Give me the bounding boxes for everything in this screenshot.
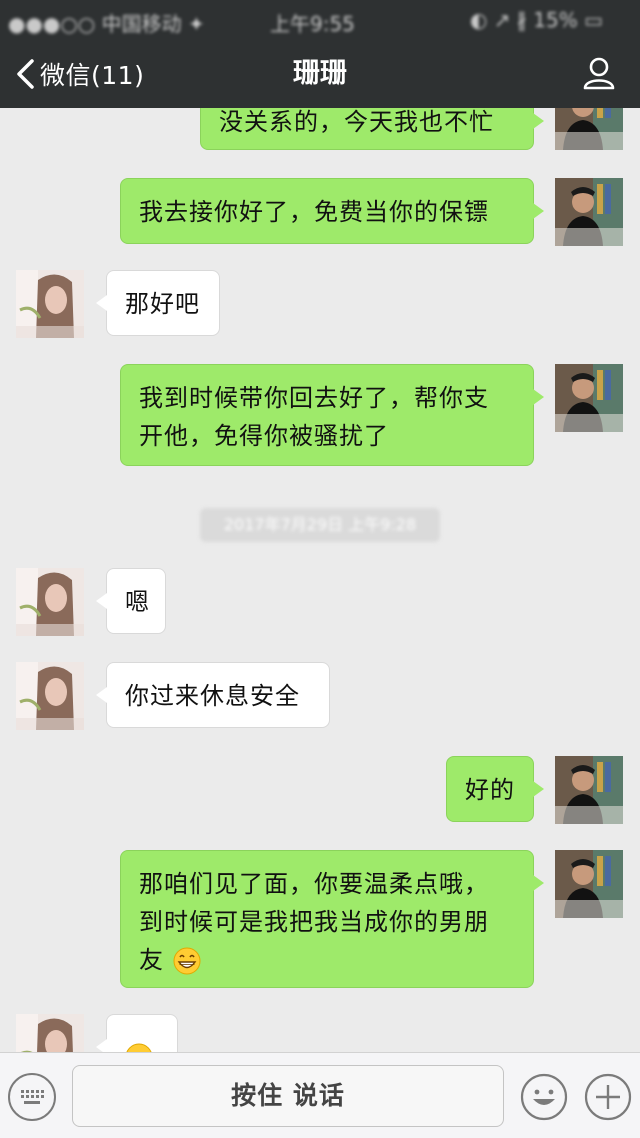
my-message-bubble[interactable]: 我去接你好了，免费当你的保镖 xyxy=(120,178,544,244)
my-avatar-image xyxy=(555,178,623,246)
status-time: 上午9:55 xyxy=(270,12,355,36)
message-line: 开他，免得你被骚扰了 xyxy=(139,422,389,450)
keyboard-icon xyxy=(21,1090,44,1104)
message-text: 没关系的，今天我也不忙 xyxy=(219,108,494,136)
message-text: 我去接你好了，免费当你的保镖 xyxy=(139,198,489,226)
contact-message-bubble[interactable]: 那好吧 xyxy=(96,270,220,336)
emoji-button[interactable] xyxy=(520,1073,568,1121)
contact-avatar[interactable] xyxy=(16,1014,84,1052)
input-bar: 按住 说话 xyxy=(0,1052,640,1138)
message-text: 友 xyxy=(139,946,164,974)
more-button[interactable] xyxy=(584,1073,632,1121)
status-bar: ●●●○○ 中国移动 ✦ 上午9:55 ◐ ↗ ∦ 15% ▭ xyxy=(0,0,640,40)
contact-avatar[interactable] xyxy=(16,662,84,730)
grinning-face-emoji-icon xyxy=(173,947,201,975)
contact-avatar[interactable] xyxy=(16,270,84,338)
my-message-bubble[interactable]: 没关系的，今天我也不忙 xyxy=(200,108,544,150)
message-text: 那好吧 xyxy=(125,290,200,318)
back-button[interactable]: 微信(11) xyxy=(14,54,144,94)
plus-icon xyxy=(584,1073,632,1121)
my-avatar-image xyxy=(555,850,623,918)
contact-message-bubble[interactable]: 嗯 xyxy=(96,568,166,634)
message-text: 你过来休息安全 xyxy=(125,682,300,710)
my-avatar[interactable] xyxy=(555,364,623,432)
my-avatar[interactable] xyxy=(555,850,623,918)
message-line: 我到时候带你回去好了，帮你支 xyxy=(139,384,489,412)
hold-to-talk-button[interactable]: 按住 说话 xyxy=(72,1065,504,1127)
chat-area[interactable]: 没关系的，今天我也不忙 我去接你好了，免费当你的保镖 那好吧 我到时候带你回去好… xyxy=(0,108,640,1052)
my-message-bubble[interactable]: 好的 xyxy=(446,756,544,822)
status-indicators: ◐ ↗ ∦ 15% ▭ xyxy=(470,8,603,32)
contact-avatar[interactable] xyxy=(16,568,84,636)
my-message-bubble[interactable]: 我到时候带你回去好了，帮你支 开他，免得你被骚扰了 xyxy=(120,364,544,466)
face-emoji-icon xyxy=(126,1043,152,1052)
my-avatar-image xyxy=(555,756,623,824)
my-avatar[interactable] xyxy=(555,108,623,150)
timestamp-label: 2017年7月29日 上午9:28 xyxy=(200,508,440,542)
message-line: 友 xyxy=(139,941,515,979)
contact-avatar-image xyxy=(16,1014,84,1052)
contact-avatar-image xyxy=(16,568,84,636)
message-text: 好的 xyxy=(465,776,515,804)
message-line: 那咱们见了面，你要温柔点哦， xyxy=(139,870,489,898)
contact-message-bubble[interactable]: 你过来休息安全 xyxy=(96,662,330,728)
my-avatar[interactable] xyxy=(555,756,623,824)
person-icon[interactable] xyxy=(582,56,616,90)
back-label: 微信(11) xyxy=(40,61,145,90)
status-carrier: ●●●○○ 中国移动 ✦ xyxy=(8,12,205,36)
smiley-icon xyxy=(520,1073,568,1121)
my-message-bubble[interactable]: 那咱们见了面，你要温柔点哦， 到时候可是我把我当成你的男朋 友 xyxy=(120,850,544,988)
message-text: 嗯 xyxy=(125,588,150,616)
contact-avatar-image xyxy=(16,662,84,730)
keyboard-toggle-button[interactable] xyxy=(8,1073,56,1121)
contact-avatar-image xyxy=(16,270,84,338)
message-line: 到时候可是我把我当成你的男朋 xyxy=(139,908,489,936)
my-avatar[interactable] xyxy=(555,178,623,246)
chevron-left-icon xyxy=(17,59,34,89)
nav-bar: 微信(11) 珊珊 xyxy=(0,40,640,108)
my-avatar-image xyxy=(555,364,623,432)
my-avatar-image xyxy=(555,108,623,150)
contact-message-bubble[interactable] xyxy=(96,1014,178,1052)
